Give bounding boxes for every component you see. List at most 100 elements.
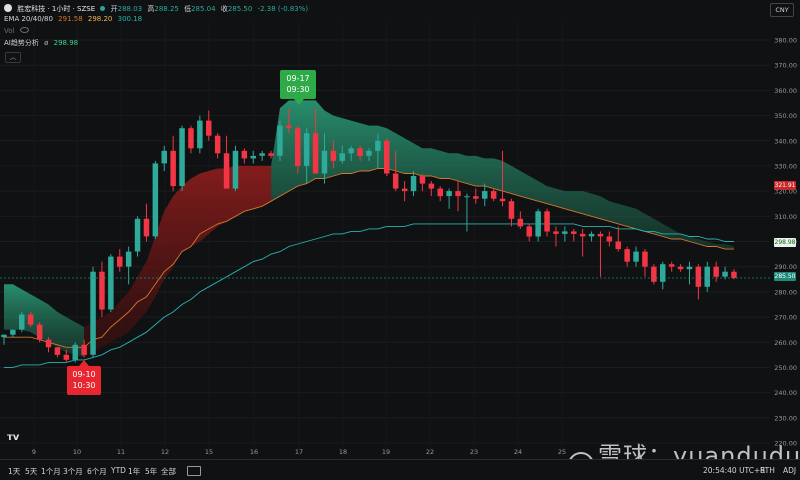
eye-icon[interactable] xyxy=(19,27,29,33)
buy-signal-date: 09-17 xyxy=(286,74,310,83)
collapse-legend-button[interactable]: ︿ xyxy=(5,52,21,63)
candle-body xyxy=(660,264,666,282)
candle-body xyxy=(401,188,408,192)
currency-label: CNY xyxy=(775,6,789,14)
candle-body xyxy=(143,218,150,237)
currency-selector[interactable]: CNY xyxy=(770,3,794,17)
candle-body xyxy=(704,266,710,287)
vol-legend[interactable]: Vol xyxy=(4,27,32,36)
candle-body xyxy=(339,153,345,161)
candle-body xyxy=(686,266,693,270)
timeframe-button[interactable]: 1年 xyxy=(128,466,140,477)
x-tick-label: 17 xyxy=(295,448,303,456)
y-tick-label: 380.00 xyxy=(774,37,797,45)
candle-body xyxy=(268,153,274,156)
candle-body xyxy=(677,266,684,270)
x-tick-label: 10 xyxy=(73,448,81,456)
candle-body xyxy=(206,120,212,136)
tv-logo-icon: ᴛᴠ xyxy=(7,432,20,443)
candle-body xyxy=(321,150,328,174)
y-tick-label: 290.00 xyxy=(774,263,797,271)
sell-signal-date: 09-10 xyxy=(72,370,96,379)
x-tick-label: 12 xyxy=(161,448,169,456)
candle-body xyxy=(81,344,87,355)
session-button[interactable]: RTH xyxy=(760,466,775,475)
timeframe-button[interactable]: 1天 xyxy=(8,466,20,477)
candle-body xyxy=(553,231,559,234)
candle-body xyxy=(668,264,675,267)
candle-body xyxy=(286,125,292,129)
bottom-time: 20:54:40 UTC+8 xyxy=(703,466,765,475)
candle-body xyxy=(464,196,470,198)
date-range-icon[interactable] xyxy=(187,466,201,476)
ai-legend[interactable]: AI趋势分析 ø 298.98 xyxy=(4,39,81,48)
candle-body xyxy=(214,135,221,154)
x-tick-label: 9 xyxy=(32,448,36,456)
y-tick-label: 310.00 xyxy=(774,213,797,221)
last-price: 285.50 xyxy=(774,273,796,280)
candle-body xyxy=(437,188,443,197)
candle-body xyxy=(295,128,301,166)
vol-label: Vol xyxy=(4,27,15,35)
ema-legend[interactable]: EMA 20/40/80 291.58 298.20 300.18 xyxy=(4,15,145,24)
cloud-green-early xyxy=(4,284,85,358)
candle-body xyxy=(188,128,194,149)
adj-button[interactable]: ADJ xyxy=(783,466,796,475)
candle-body xyxy=(455,191,461,197)
grid xyxy=(0,22,770,459)
ema20-value: 291.58 xyxy=(58,15,83,23)
candle-body xyxy=(54,347,61,355)
timeframe-button[interactable]: 3个月 xyxy=(63,466,83,477)
candle-body xyxy=(428,183,435,189)
ai-label: AI趋势分析 xyxy=(4,39,39,47)
sell-signal[interactable]: 09-10 10:30 xyxy=(67,366,101,395)
candle-body xyxy=(517,218,524,227)
timeframe-button[interactable]: 6个月 xyxy=(87,466,107,477)
candle-body xyxy=(232,150,239,189)
x-tick-label: 15 xyxy=(205,448,213,456)
x-tick-label: 22 xyxy=(426,448,434,456)
candle-body xyxy=(410,176,417,192)
close-value: 285.50 xyxy=(227,5,253,13)
buy-signal[interactable]: 09-17 09:30 xyxy=(280,70,316,99)
open-value: 288.03 xyxy=(117,5,143,13)
candle-body xyxy=(579,233,586,237)
ai-price-badge: 298.98 xyxy=(774,238,796,247)
buy-signal-pointer xyxy=(294,99,304,105)
x-tick-label: 16 xyxy=(250,448,258,456)
chart-canvas[interactable]: 380.00370.00360.00350.00340.00330.00320.… xyxy=(0,0,800,479)
candle-body xyxy=(241,150,248,159)
x-tick-label: 19 xyxy=(382,448,390,456)
candle-body xyxy=(36,324,43,340)
candle-body xyxy=(526,226,532,237)
symbol-name[interactable]: 胜宏科技 · 1小时 · SZSE xyxy=(17,5,95,13)
candle-body xyxy=(419,176,426,184)
candle-body xyxy=(250,155,256,159)
candle-body xyxy=(722,271,728,277)
candle-body xyxy=(535,211,541,237)
time-axis: 9 10 11 12 15 16 17 18 19 22 23 24 25 xyxy=(32,448,566,456)
y-tick-label: 250.00 xyxy=(774,364,797,372)
candle-body xyxy=(490,191,497,199)
candle-body xyxy=(277,125,283,156)
candle-body xyxy=(170,150,176,187)
x-tick-label: 24 xyxy=(514,448,522,456)
tradingview-logo[interactable]: ᴛᴠ xyxy=(7,432,19,443)
candle-body xyxy=(152,163,159,237)
timeframe-button[interactable]: 5年 xyxy=(145,466,157,477)
y-tick-label: 330.00 xyxy=(774,162,797,170)
candle-body xyxy=(19,314,25,330)
timeframe-button[interactable]: YTD xyxy=(111,466,126,475)
candle-body xyxy=(197,120,203,149)
candle-body xyxy=(108,256,114,310)
candle-body xyxy=(588,233,595,237)
change-value: -2.38 (-0.83%) xyxy=(257,5,309,13)
candle-body xyxy=(651,266,657,282)
candle-body xyxy=(125,251,132,267)
timeframe-button[interactable]: 全部 xyxy=(161,466,176,477)
timeframe-button[interactable]: 5天 xyxy=(25,466,37,477)
y-tick-label: 370.00 xyxy=(774,62,797,70)
candle-body xyxy=(633,251,639,262)
y-tick-label: 240.00 xyxy=(774,389,797,397)
timeframe-button[interactable]: 1个月 xyxy=(41,466,61,477)
